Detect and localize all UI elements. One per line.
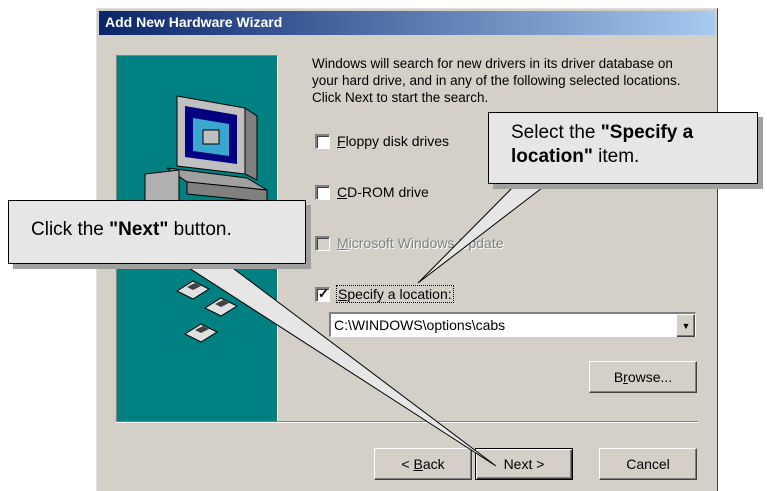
floppy-disk-icon (203, 297, 239, 317)
next-button-callout: Click the "Next" button. (8, 200, 306, 264)
back-button[interactable]: < Back (374, 448, 472, 480)
floppy-label: Floppy disk drives (337, 133, 450, 149)
location-value[interactable]: C:\WINDOWS\options\cabs (334, 317, 505, 333)
intro-text: Windows will search for new drivers in i… (312, 56, 681, 105)
next-callout-text: Click the "Next" button. (31, 219, 232, 240)
browse-button[interactable]: Browse... (589, 361, 697, 393)
location-combobox[interactable]: C:\WINDOWS\options\cabs ▼ (329, 312, 696, 337)
specify-location-callout: Select the "Specify a location" item. (488, 112, 758, 184)
windows-update-checkbox (315, 236, 330, 251)
floppy-checkbox[interactable] (315, 134, 330, 149)
cancel-button[interactable]: Cancel (599, 448, 697, 480)
dropdown-arrow-icon[interactable]: ▼ (676, 314, 695, 337)
separator (116, 421, 698, 423)
cdrom-checkbox[interactable] (315, 185, 330, 200)
checkmark-icon: ✓ (318, 286, 329, 301)
specify-callout-text: Select the "Specify a location" item. (511, 122, 694, 167)
title-bar[interactable]: Add New Hardware Wizard (99, 11, 715, 35)
floppy-disk-icon (175, 280, 211, 300)
cdrom-label: CD-ROM drive (337, 184, 429, 200)
specify-location-checkbox[interactable]: ✓ (315, 286, 330, 302)
windows-update-label: Microsoft Windows Update (337, 235, 504, 251)
specify-location-label: Specify a location: (336, 285, 454, 303)
window-title: Add New Hardware Wizard (105, 14, 283, 30)
next-button[interactable]: Next > (475, 448, 573, 480)
floppy-disk-icon (183, 323, 219, 343)
